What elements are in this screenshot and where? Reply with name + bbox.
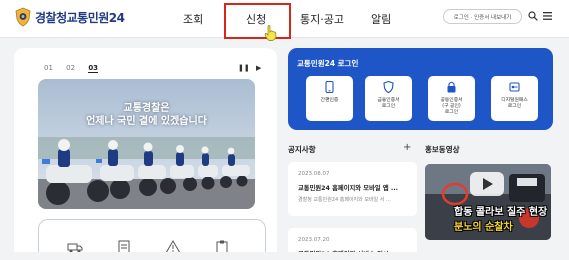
page: 경찰청 교통민원24 조회 신청 통지·공고 알림 로그인 · 인증서 내보내기… xyxy=(0,0,569,260)
lock-icon xyxy=(447,81,456,93)
slide-pagination: 01 02 03 xyxy=(44,64,109,73)
notice-title: 교통민원24 홈페이지와 모바일 앱 ... xyxy=(298,185,399,192)
login-option-label: 디지털원패스 로그인 xyxy=(501,98,528,109)
phone-icon xyxy=(325,81,334,93)
top-header: 경찰청 교통민원24 조회 신청 통지·공고 알림 로그인 · 인증서 내보내기 xyxy=(0,0,569,41)
logo-service: 교통민원24 xyxy=(66,10,125,25)
notice-heading: 공지사항 xyxy=(288,145,316,154)
shield-icon xyxy=(383,81,394,93)
login-option-simple-auth[interactable]: 간편인증 xyxy=(306,76,353,121)
hand-cursor-icon xyxy=(264,25,277,41)
nav-alerts[interactable]: 알림 xyxy=(371,11,391,27)
play-icon[interactable] xyxy=(470,172,504,196)
login-card-title: 교통민원24 로그인 xyxy=(297,59,359,68)
site-logo[interactable]: 경찰청 교통민원24 xyxy=(14,7,125,27)
slide-number[interactable]: 01 xyxy=(44,64,53,72)
slide-number[interactable]: 02 xyxy=(66,64,75,72)
login-option-label: 간편인증 xyxy=(320,98,339,103)
notice-more-button[interactable]: + xyxy=(403,142,411,153)
logo-agency: 경찰청 xyxy=(35,10,67,25)
slide-number-current[interactable]: 03 xyxy=(88,64,99,73)
video-heading: 홍보동영상 xyxy=(425,145,460,154)
login-option-label: 공동인증서 (구 공인) 로그인 xyxy=(440,98,463,115)
banner-image[interactable]: 교통경찰은 언제나 국민 곁에 있겠습니다 xyxy=(38,79,255,209)
login-option-financial-cert[interactable]: 금융인증서 로그인 xyxy=(365,76,412,121)
nav-notice[interactable]: 통지·공고 xyxy=(300,11,344,27)
login-option-label: 금융인증서 로그인 xyxy=(377,98,400,109)
login-certificate-button[interactable]: 로그인 · 인증서 내보내기 xyxy=(443,9,522,24)
nav-apply-highlight xyxy=(224,3,291,39)
login-option-digital-onepass[interactable]: 디지털원패스 로그인 xyxy=(491,76,538,121)
key-icon xyxy=(509,82,520,92)
police-emblem-icon xyxy=(15,7,31,27)
search-icon[interactable] xyxy=(528,11,538,21)
notice-date: 2023.08.07 xyxy=(298,171,330,177)
menu-icon[interactable] xyxy=(543,12,552,20)
notice-item[interactable]: 2023.08.07 교통민원24 홈페이지와 모바일 앱 ... 경찰청 교통… xyxy=(288,162,417,216)
video-caption-line1: 합동 콜라보 질주 현장 xyxy=(454,207,548,218)
banner-subheadline: 언제나 국민 곁에 있겠습니다 xyxy=(86,116,207,127)
nav-inquiry[interactable]: 조회 xyxy=(183,11,203,27)
bottom-fade xyxy=(0,252,569,260)
pause-icon[interactable]: ❚❚ xyxy=(238,64,250,72)
next-slide-icon[interactable]: ▶ xyxy=(256,64,261,72)
notice-date: 2023.07.20 xyxy=(298,237,330,243)
login-option-joint-cert[interactable]: 공동인증서 (구 공인) 로그인 xyxy=(428,76,475,121)
video-caption-line2: 분노의 순찰차 xyxy=(454,222,513,233)
notice-desc: 경찰청 교통민원24 홈페이지와 모바일 서 ... xyxy=(298,197,391,203)
slide-controls: ❚❚ ▶ xyxy=(234,64,261,72)
